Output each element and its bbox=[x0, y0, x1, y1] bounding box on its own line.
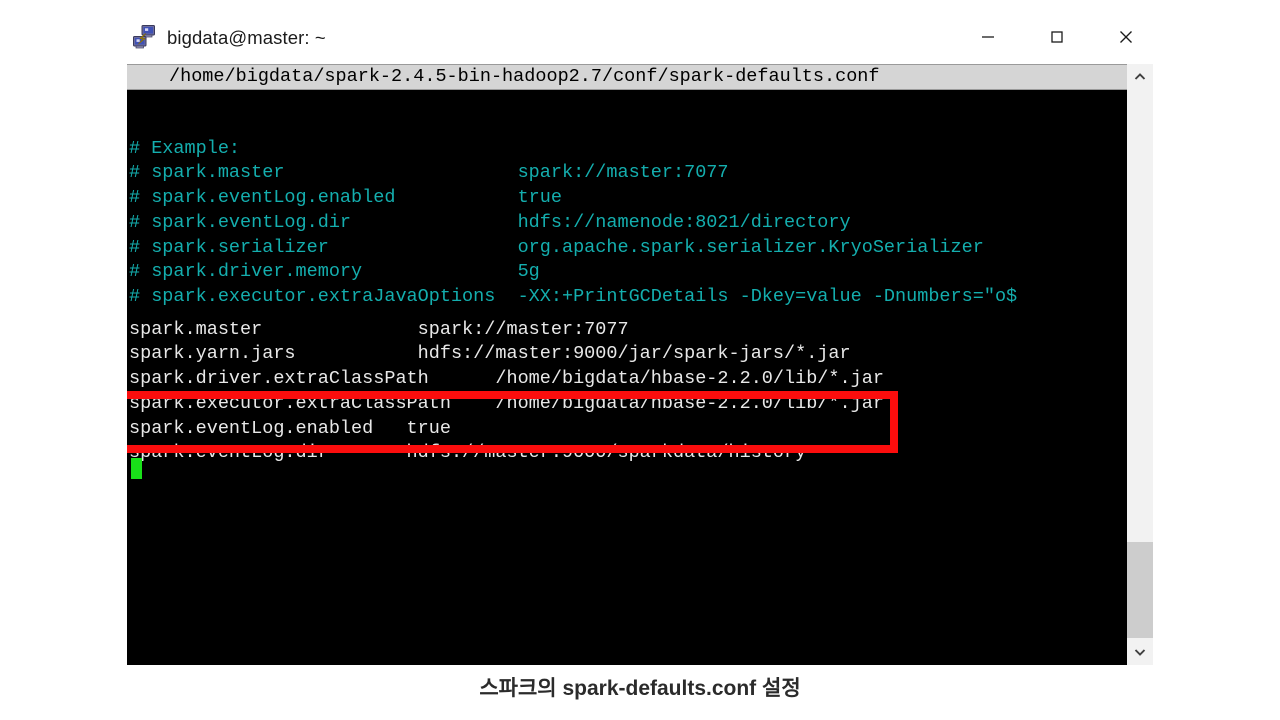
nano-file-path-header: /home/bigdata/spark-2.4.5-bin-hadoop2.7/… bbox=[127, 64, 1127, 90]
close-icon bbox=[1120, 31, 1132, 43]
config-active-block: spark.master spark://master:7077 spark.y… bbox=[129, 318, 884, 414]
terminal-screen[interactable]: /home/bigdata/spark-2.4.5-bin-hadoop2.7/… bbox=[127, 64, 1153, 665]
window-title-bar: bigdata@master: ~ bbox=[127, 12, 1153, 64]
config-eventlog-block: spark.eventLog.enabled true spark.eventL… bbox=[129, 417, 807, 464]
chevron-up-icon bbox=[1134, 73, 1146, 80]
maximize-icon bbox=[1051, 31, 1063, 43]
nano-shortcut-bar: ^G Get Help ^O Write Out ^W Where Is ^K … bbox=[129, 620, 973, 665]
scroll-up-button[interactable] bbox=[1127, 64, 1153, 90]
terminal-cursor bbox=[131, 458, 142, 479]
putty-computer-link-icon bbox=[131, 24, 157, 50]
maximize-button[interactable] bbox=[1034, 12, 1080, 62]
scroll-down-button[interactable] bbox=[1127, 639, 1153, 665]
minimize-icon bbox=[982, 36, 994, 38]
scrollbar-thumb[interactable] bbox=[1127, 542, 1153, 638]
putty-terminal-window: bigdata@master: ~ /home/bigdata/spark-2.… bbox=[127, 12, 1153, 665]
window-title-text: bigdata@master: ~ bbox=[167, 27, 326, 48]
config-comment-block: # Example: # spark.master spark://master… bbox=[129, 137, 1018, 308]
figure-caption: 스파크의 spark-defaults.conf 설정 bbox=[479, 677, 801, 700]
minimize-button[interactable] bbox=[965, 12, 1011, 62]
close-button[interactable] bbox=[1103, 12, 1149, 62]
chevron-down-icon bbox=[1134, 649, 1146, 656]
terminal-scrollbar[interactable] bbox=[1127, 64, 1153, 665]
